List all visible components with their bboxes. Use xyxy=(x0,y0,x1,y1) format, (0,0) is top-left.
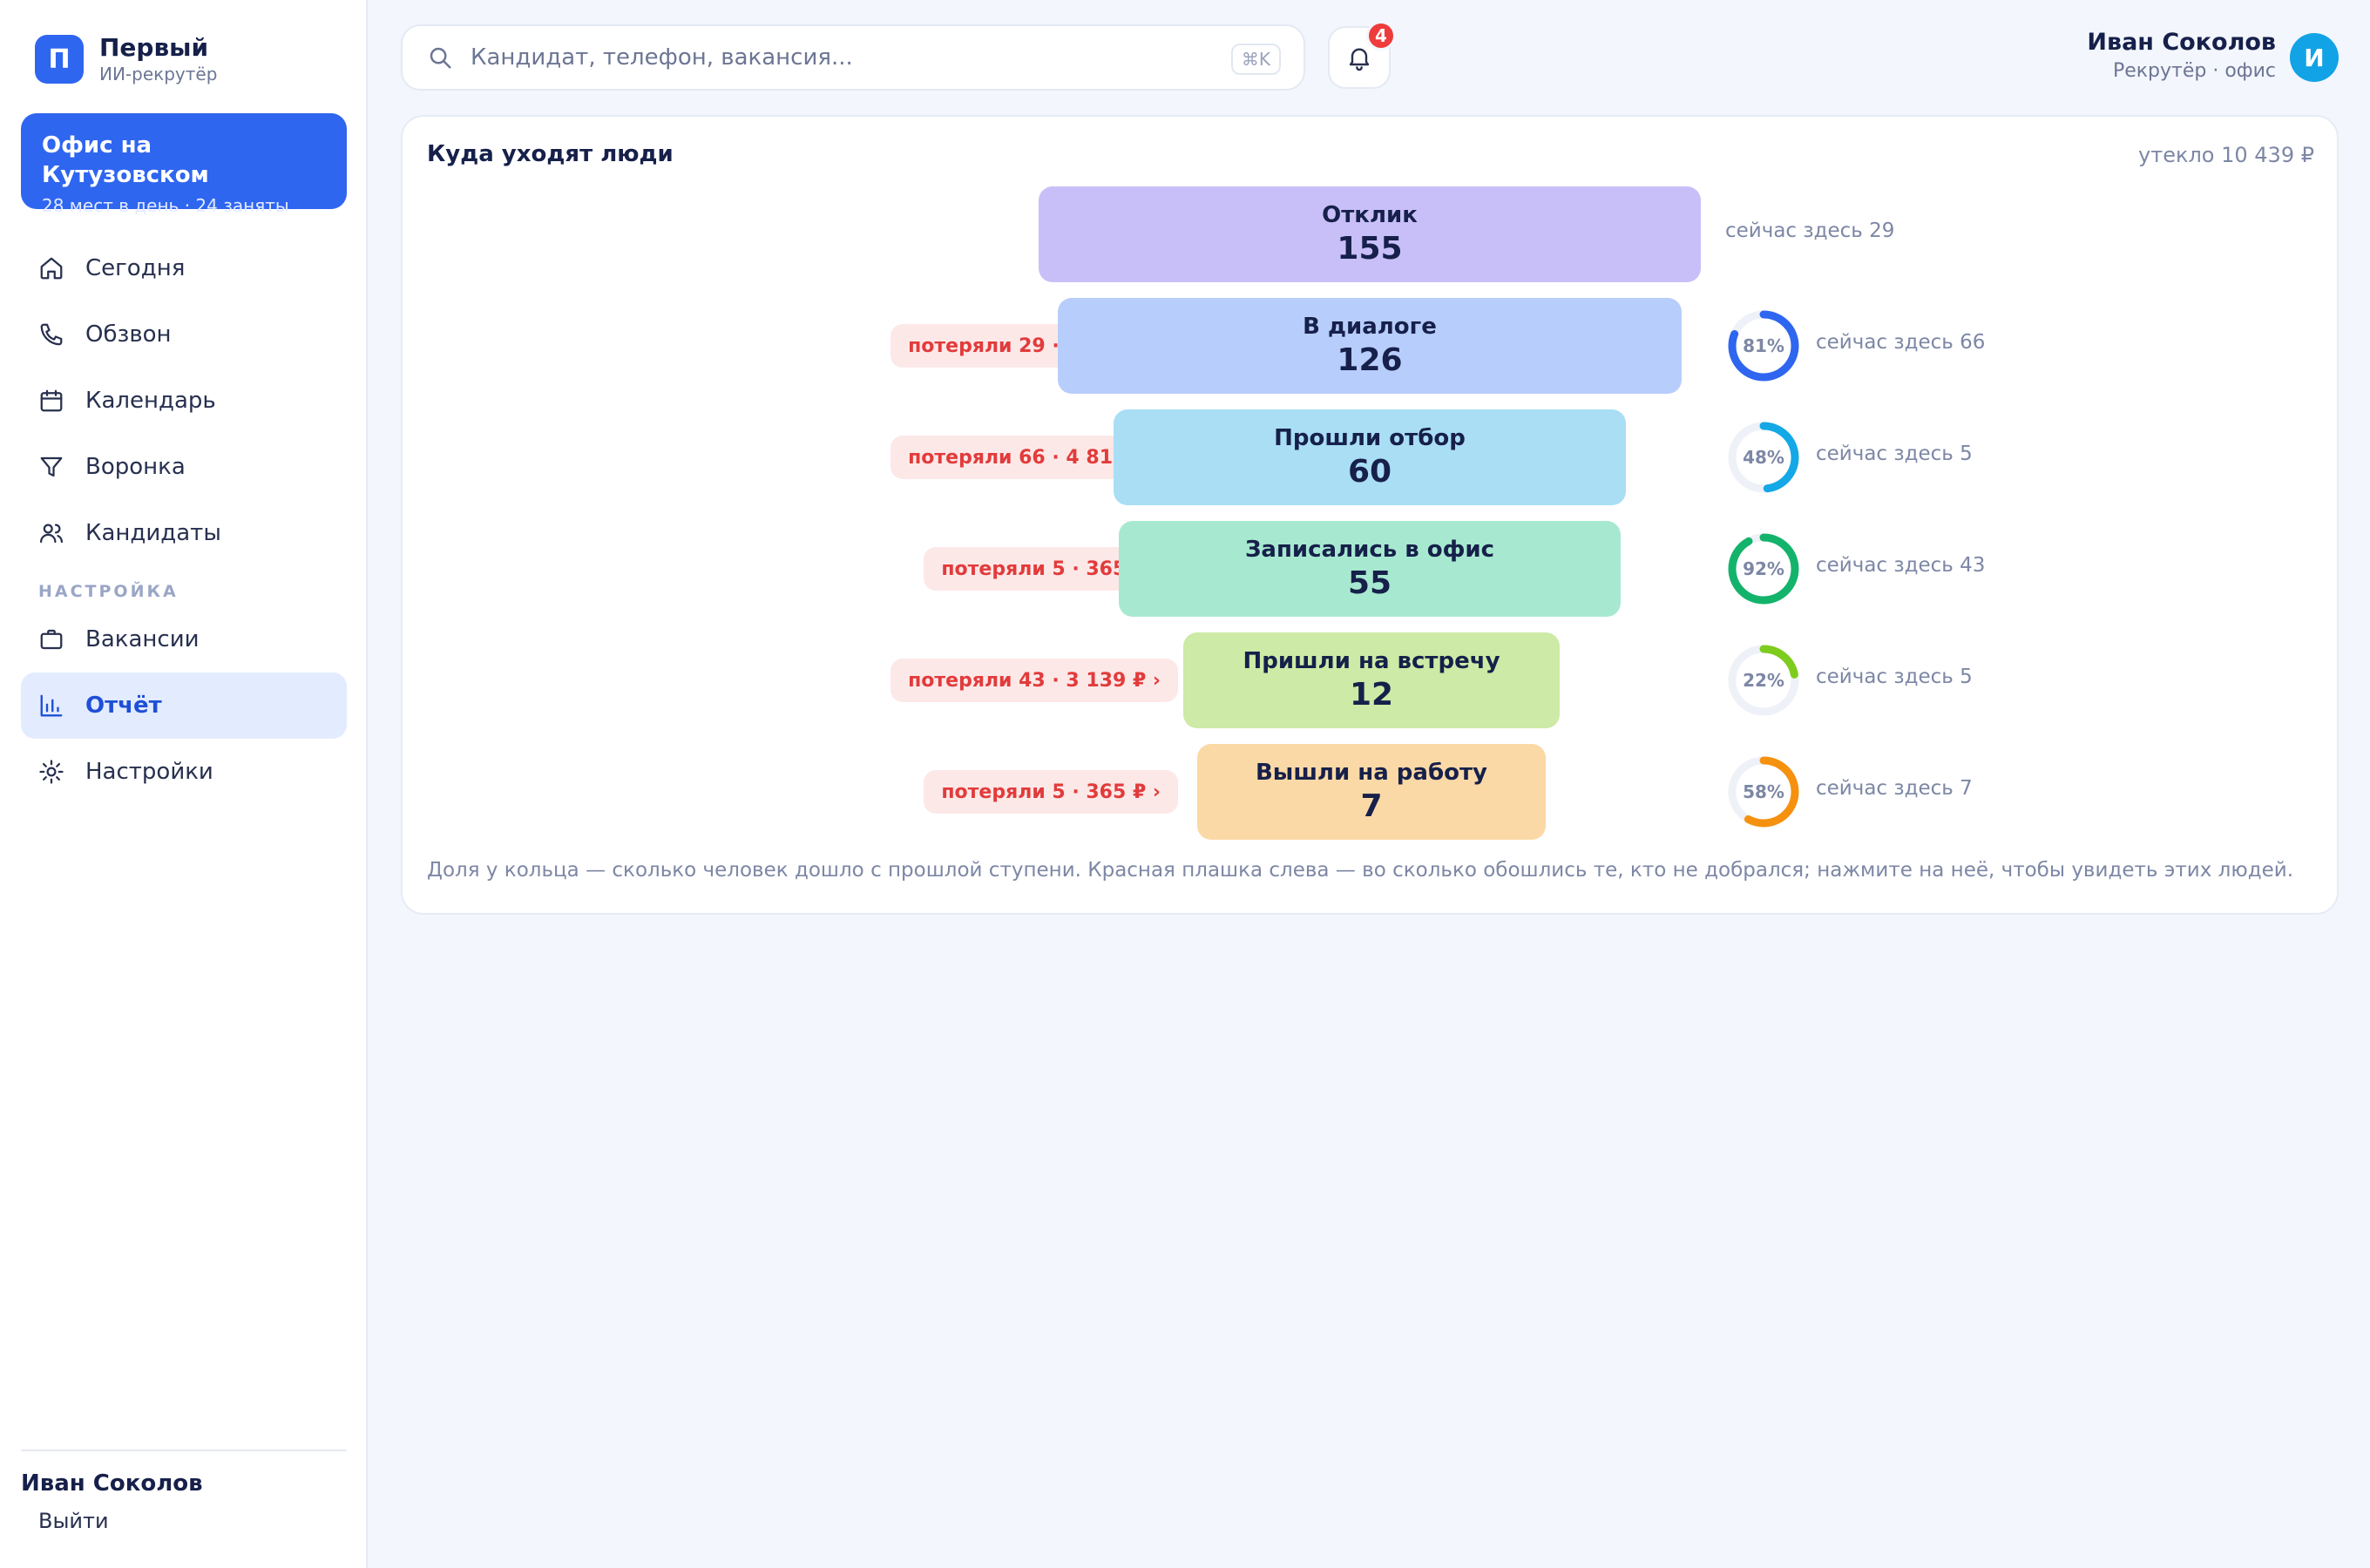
nav-item-calls[interactable]: Обзвон xyxy=(21,301,347,368)
nav-item-label: Обзвон xyxy=(85,321,172,348)
funnel-bar-office-booking[interactable]: Записались в офис 55 xyxy=(1119,521,1621,617)
funnel-leak-total: утекло 10 439 ₽ xyxy=(2138,143,2314,167)
phone-icon xyxy=(40,323,63,346)
stage-label: Отклик xyxy=(1322,202,1418,228)
funnel-bar-response[interactable]: Отклик 155 xyxy=(1039,186,1701,282)
users-icon xyxy=(40,524,64,544)
sun-gear-icon xyxy=(39,760,64,784)
funnel-bar-meeting[interactable]: Пришли на встречу 12 xyxy=(1183,632,1560,728)
funnel-bar-screening[interactable]: Прошли отбор 60 xyxy=(1114,409,1626,505)
brand[interactable]: П Первый ИИ-рекрутёр xyxy=(35,33,217,85)
nav-item-label: Сегодня xyxy=(85,255,186,281)
brand-logo: П xyxy=(35,35,84,84)
office-capacity: 28 мест в день · 24 заняты xyxy=(42,195,289,216)
calendar-icon xyxy=(40,389,63,412)
stage-value: 60 xyxy=(1347,454,1392,490)
search-icon xyxy=(430,47,451,69)
stage-value: 155 xyxy=(1337,231,1403,267)
nav-item-label: Воронка xyxy=(85,454,186,480)
office-selector[interactable]: Офис на Кутузовском 28 мест в день · 24 … xyxy=(21,113,347,216)
funnel-card: Куда уходят люди утекло 10 439 ₽ Отклик … xyxy=(401,115,2339,915)
user-name: Иван Соколов xyxy=(2087,29,2276,56)
conversion-percent: 48% xyxy=(1743,447,1784,468)
search-input[interactable] xyxy=(471,44,1185,71)
user-menu[interactable]: Иван Соколов Рекрутёр · офис xyxy=(2087,28,2276,85)
sidebar: П Первый ИИ-рекрутёр Офис на Кутузовском… xyxy=(0,0,368,1568)
nav-item-label: Вакансии xyxy=(85,626,200,652)
stage-label: В диалоге xyxy=(1303,314,1437,340)
nav-item-candidates[interactable]: Кандидаты xyxy=(21,500,347,566)
avatar[interactable]: И xyxy=(2290,33,2339,82)
stage-label: Записались в офис xyxy=(1244,537,1495,563)
conversion-percent: 22% xyxy=(1743,670,1784,691)
stage-value: 7 xyxy=(1360,788,1383,824)
stage-current-count: сейчас здесь 7 xyxy=(1816,777,1973,800)
stage-current-count: сейчас здесь 29 xyxy=(1725,220,1895,242)
stage-value: 126 xyxy=(1337,342,1403,378)
notifications-button[interactable]: 4 xyxy=(1328,21,1396,89)
funnel-stage: потеряли 43 · 3 139 ₽ › Пришли на встреч… xyxy=(403,632,2337,728)
nav-item-label: Настройки xyxy=(85,759,213,785)
home-icon xyxy=(40,257,63,280)
conversion-percent: 92% xyxy=(1743,558,1784,579)
funnel-stage: потеряли 5 · 365 ₽ › Записались в офис 5… xyxy=(403,521,2337,617)
bar-chart-icon xyxy=(40,694,63,717)
nav-item-label: Календарь xyxy=(85,388,216,414)
stage-label: Вышли на работу xyxy=(1255,760,1487,786)
brand-subtitle: ИИ-рекрутёр xyxy=(99,64,218,84)
sidebar-footer: Иван Соколов Выйти xyxy=(21,1450,347,1533)
nav-item-calendar[interactable]: Календарь xyxy=(21,368,347,434)
conversion-percent: 81% xyxy=(1743,335,1784,356)
stage-current-count: сейчас здесь 66 xyxy=(1816,331,1986,354)
funnel-bar-hired[interactable]: Вышли на работу 7 xyxy=(1197,744,1546,840)
nav-item-vacancies[interactable]: Вакансии xyxy=(21,606,347,672)
funnel-stage: потеряли 29 · 2 117 ₽ › В диалоге 126 81… xyxy=(403,298,2337,394)
funnel-bar-dialog[interactable]: В диалоге 126 xyxy=(1058,298,1682,394)
stage-value: 55 xyxy=(1347,565,1392,601)
funnel-stage: потеряли 66 · 4 818 ₽ › Прошли отбор 60 … xyxy=(403,409,2337,505)
funnel-icon xyxy=(40,456,63,477)
nav-item-funnel[interactable]: Воронка xyxy=(21,434,347,500)
notification-count-badge: 4 xyxy=(1366,21,1396,51)
funnel-title: Куда уходят люди xyxy=(427,141,674,167)
nav-item-today[interactable]: Сегодня xyxy=(21,235,347,301)
search-bar: ⌘K xyxy=(401,24,1305,91)
loss-badge[interactable]: потеряли 43 · 3 139 ₽ › xyxy=(890,659,1178,702)
funnel-stage: Отклик 155 сейчас здесь 29 xyxy=(403,186,2337,282)
stage-current-count: сейчас здесь 5 xyxy=(1816,666,1973,688)
nav-item-settings[interactable]: Настройки xyxy=(21,739,347,805)
search-shortcut: ⌘K xyxy=(1230,44,1281,75)
nav-item-label: Кандидаты xyxy=(85,520,221,546)
stage-label: Прошли отбор xyxy=(1274,425,1466,451)
funnel-explanation: Доля у кольца — сколько человек дошло с … xyxy=(427,859,2294,882)
nav-item-report[interactable]: Отчёт xyxy=(21,672,347,739)
conversion-percent: 58% xyxy=(1743,781,1784,802)
stage-value: 12 xyxy=(1349,677,1394,713)
office-title: Офис на Кутузовском xyxy=(42,132,209,188)
logout-link[interactable]: Выйти xyxy=(38,1509,109,1533)
stage-current-count: сейчас здесь 43 xyxy=(1816,554,1986,577)
main-nav: Сегодня Обзвон Календарь Воронка Кандида… xyxy=(21,235,347,805)
stage-current-count: сейчас здесь 5 xyxy=(1816,443,1973,465)
briefcase-icon xyxy=(40,629,63,650)
nav-section-settings: НАСТРОЙКА xyxy=(38,582,179,601)
nav-item-label: Отчёт xyxy=(85,693,162,719)
loss-badge[interactable]: потеряли 5 · 365 ₽ › xyxy=(924,770,1178,814)
bell-icon xyxy=(1349,48,1370,71)
stage-label: Пришли на встречу xyxy=(1243,648,1500,674)
user-role: Рекрутёр · офис xyxy=(2112,60,2276,82)
sidebar-user-name: Иван Соколов xyxy=(21,1470,203,1497)
brand-name: Первый xyxy=(99,33,209,62)
funnel-stage: потеряли 5 · 365 ₽ › Вышли на работу 7 5… xyxy=(403,744,2337,840)
